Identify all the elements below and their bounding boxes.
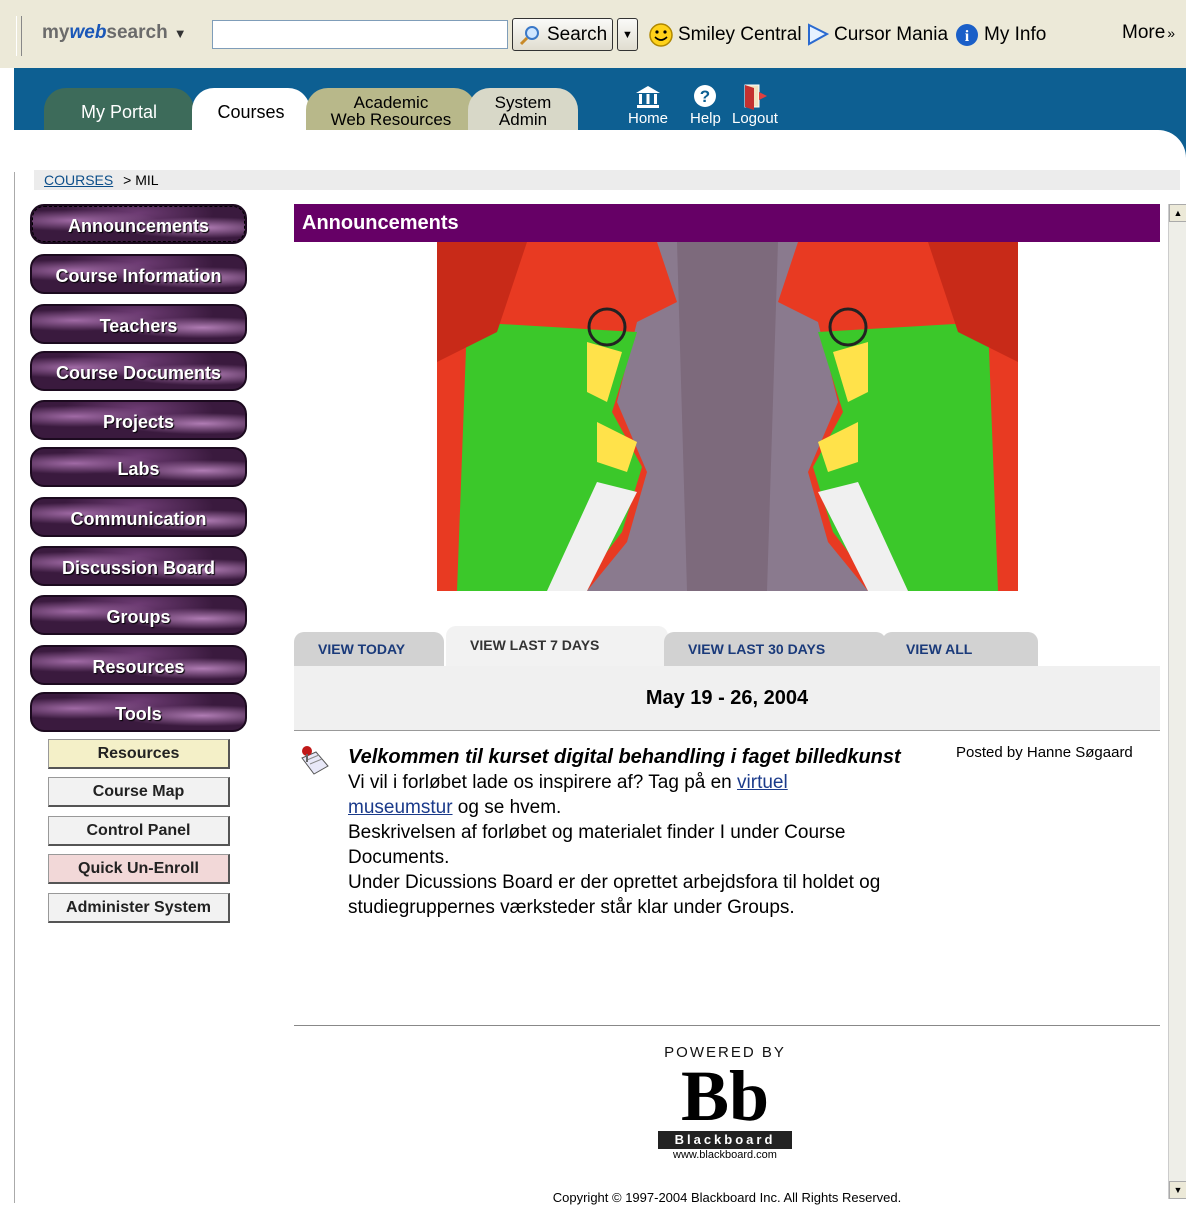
svg-text:i: i [965,28,970,45]
tab-view-last-7-days[interactable]: VIEW LAST 7 DAYS [446,626,668,666]
info-icon: i [954,22,980,48]
home-icon [628,82,668,110]
header-content-edge [14,130,1186,172]
tool-control-panel-button[interactable]: Control Panel [48,816,230,846]
nav-projects[interactable]: Projects [30,400,247,440]
frame-border [14,172,15,1203]
cursor-icon [806,22,830,48]
nav-announcements[interactable]: Announcements [30,204,247,244]
announcement-item: Velkommen til kurset digital behandling … [294,742,1160,942]
smiley-central-link[interactable]: Smiley Central [648,22,802,48]
tool-course-map-button[interactable]: Course Map [48,777,230,807]
virtual-museum-link[interactable]: virtuel [737,772,788,793]
page-title: Announcements [302,212,459,234]
logout-button[interactable]: Logout [732,82,778,127]
nav-communication[interactable]: Communication [30,497,247,537]
date-range-header: May 19 - 26, 2004 [294,666,1160,731]
search-icon [519,24,541,46]
svg-text:?: ? [700,87,710,106]
nav-resources[interactable]: Resources [30,645,247,685]
tab-view-today[interactable]: VIEW TODAY [294,632,444,666]
logout-icon [732,82,778,110]
double-chevron-icon: » [1167,25,1176,41]
toolbar-search-input[interactable] [212,20,508,49]
tab-view-all[interactable]: VIEW ALL [882,632,1038,666]
tab-my-portal[interactable]: My Portal [44,88,194,130]
nav-labs[interactable]: Labs [30,447,247,487]
scroll-down-arrow-icon[interactable]: ▼ [1169,1181,1186,1199]
announcement-body: Vi vil i forløbet lade os inspirere af? … [348,772,881,918]
more-button[interactable]: More» [1122,22,1175,44]
toolbar-grip[interactable] [16,16,22,56]
tool-resources-button[interactable]: Resources [48,739,230,769]
nav-tools[interactable]: Tools [30,692,247,732]
breadcrumb-courses-link[interactable]: COURSES [44,172,113,188]
logo-dropdown-icon[interactable]: ▼ [174,26,187,41]
my-info-link[interactable]: i My Info [954,22,1046,48]
search-dropdown-button[interactable]: ▼ [617,18,638,51]
virtual-museum-link-cont[interactable]: museumstur [348,797,453,818]
nav-discussion-board[interactable]: Discussion Board [30,546,247,586]
tool-administer-system-button[interactable]: Administer System [48,893,230,923]
tab-system-admin[interactable]: System Admin [468,88,578,130]
tab-view-last-30-days[interactable]: VIEW LAST 30 DAYS [664,632,886,666]
cursor-mania-link[interactable]: Cursor Mania [806,22,948,48]
tab-courses[interactable]: Courses [192,88,310,130]
bb-logo-letters: Bb [680,1056,770,1136]
nav-teachers[interactable]: Teachers [30,304,247,344]
scroll-up-arrow-icon[interactable]: ▲ [1169,204,1186,222]
breadcrumb: COURSES > MIL [34,170,1180,190]
footer-divider [294,1025,1160,1026]
vertical-scrollbar[interactable]: ▲ ▼ [1168,204,1186,1199]
help-icon: ? [690,82,721,110]
tab-academic-web-resources[interactable]: Academic Web Resources [306,88,476,130]
toolbar-search-button[interactable]: Search [512,18,613,51]
announcement-author: Posted by Hanne Søgaard [956,744,1133,761]
nav-course-information[interactable]: Course Information [30,254,247,294]
breadcrumb-current: MIL [135,172,159,188]
announcements-title-bar: Announcements [294,204,1160,242]
mywebsearch-logo[interactable]: mywebsearch ▼ [42,22,187,44]
smiley-icon [648,22,674,48]
nav-groups[interactable]: Groups [30,595,247,635]
browser-toolbar: mywebsearch ▼ Search ▼ Smiley Central Cur… [0,0,1186,68]
help-button[interactable]: ? Help [690,82,721,127]
tool-quick-unenroll-button[interactable]: Quick Un-Enroll [48,854,230,884]
announcement-title: Velkommen til kurset digital behandling … [348,746,901,768]
home-button[interactable]: Home [628,82,668,127]
nav-course-documents[interactable]: Course Documents [30,351,247,391]
course-banner-image [437,242,1018,591]
blackboard-logo[interactable]: POWERED BY Bb Blackboard www.blackboard.… [640,1044,810,1161]
announcement-icon [298,744,330,778]
